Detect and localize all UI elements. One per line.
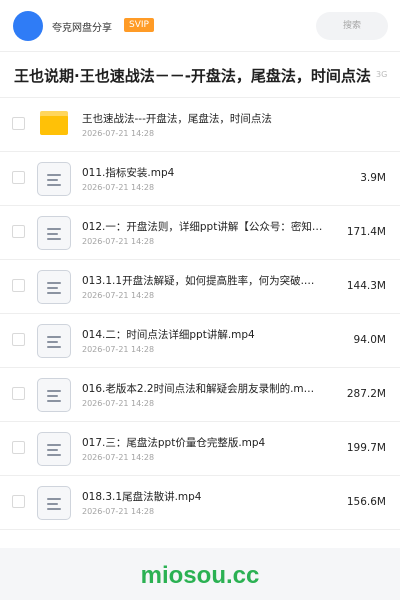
file-row[interactable]: 王也速战法---开盘法，尾盘法，时间点法 2026-07-21 14:28 bbox=[0, 98, 400, 152]
file-name[interactable]: 018.3.1尾盘法散讲.mp4 bbox=[82, 489, 334, 504]
row-checkbox[interactable] bbox=[12, 117, 25, 130]
row-checkbox[interactable] bbox=[12, 279, 25, 292]
file-name[interactable]: 014.二：时间点法详细ppt讲解.mp4 bbox=[82, 327, 334, 342]
file-date: 2026-07-21 14:28 bbox=[82, 453, 155, 462]
file-row[interactable]: 011.指标安装.mp4 2026-07-21 14:28 3.9M bbox=[0, 152, 400, 206]
share-page: 夸克网盘分享 SVIP 王也说期·王也速战法－－-开盘法，尾盘法，时间点法 3G… bbox=[0, 0, 400, 548]
file-size: 3.9M bbox=[360, 172, 386, 184]
avatar[interactable] bbox=[13, 11, 43, 41]
document-icon bbox=[37, 324, 71, 358]
page-title: 王也说期·王也速战法－－-开盘法，尾盘法，时间点法 bbox=[14, 67, 371, 85]
file-size: 94.0M bbox=[353, 334, 386, 346]
document-icon bbox=[37, 162, 71, 196]
file-name[interactable]: 016.老版本2.2时间点法和解疑会朋友录制的.m… bbox=[82, 381, 334, 396]
file-name[interactable]: 011.指标安装.mp4 bbox=[82, 165, 334, 180]
watermark: miosou.cc bbox=[140, 562, 260, 589]
row-checkbox[interactable] bbox=[12, 333, 25, 346]
file-size: 156.6M bbox=[346, 496, 386, 508]
file-size: 287.2M bbox=[346, 388, 386, 400]
file-date: 2026-07-21 14:28 bbox=[82, 237, 155, 246]
file-date: 2026-07-21 14:28 bbox=[82, 399, 155, 408]
header-bar: 夸克网盘分享 SVIP bbox=[0, 0, 400, 52]
document-icon bbox=[37, 216, 71, 250]
file-name[interactable]: 013.1.1开盘法解疑，如何提高胜率，何为突破.… bbox=[82, 273, 334, 288]
row-checkbox[interactable] bbox=[12, 171, 25, 184]
file-date: 2026-07-21 14:28 bbox=[82, 507, 155, 516]
share-name: 夸克网盘分享 bbox=[52, 23, 112, 34]
row-checkbox[interactable] bbox=[12, 225, 25, 238]
row-checkbox[interactable] bbox=[12, 387, 25, 400]
document-icon bbox=[37, 432, 71, 466]
file-name[interactable]: 王也速战法---开盘法，尾盘法，时间点法 bbox=[82, 111, 334, 126]
file-name[interactable]: 012.一：开盘法则，详细ppt讲解【公众号：密知… bbox=[82, 219, 334, 234]
document-icon bbox=[37, 486, 71, 520]
row-checkbox[interactable] bbox=[12, 495, 25, 508]
file-row[interactable]: 016.老版本2.2时间点法和解疑会朋友录制的.m… 2026-07-21 14:… bbox=[0, 368, 400, 422]
file-size: 199.7M bbox=[346, 442, 386, 454]
document-icon bbox=[37, 378, 71, 412]
title-size: 3G bbox=[376, 70, 388, 79]
file-row[interactable]: 012.一：开盘法则，详细ppt讲解【公众号：密知… 2026-07-21 14:… bbox=[0, 206, 400, 260]
file-date: 2026-07-21 14:28 bbox=[82, 183, 155, 192]
folder-icon bbox=[40, 111, 68, 135]
file-date: 2026-07-21 14:28 bbox=[82, 345, 155, 354]
file-date: 2026-07-21 14:28 bbox=[82, 129, 155, 138]
document-icon bbox=[37, 270, 71, 304]
svip-badge: SVIP bbox=[124, 18, 154, 32]
file-size: 171.4M bbox=[346, 226, 386, 238]
row-checkbox[interactable] bbox=[12, 441, 25, 454]
file-row[interactable]: 017.三：尾盘法ppt价量仓完整版.mp4 2026-07-21 14:28 19… bbox=[0, 422, 400, 476]
file-name[interactable]: 017.三：尾盘法ppt价量仓完整版.mp4 bbox=[82, 435, 334, 450]
file-row[interactable]: 014.二：时间点法详细ppt讲解.mp4 2026-07-21 14:28 94.… bbox=[0, 314, 400, 368]
title-row: 王也说期·王也速战法－－-开盘法，尾盘法，时间点法 3G bbox=[0, 52, 400, 98]
file-date: 2026-07-21 14:28 bbox=[82, 291, 155, 300]
file-size: 144.3M bbox=[346, 280, 386, 292]
file-row[interactable]: 013.1.1开盘法解疑，如何提高胜率，何为突破.… 2026-07-21 14:… bbox=[0, 260, 400, 314]
file-row[interactable]: 018.3.1尾盘法散讲.mp4 2026-07-21 14:28 156.6M bbox=[0, 476, 400, 530]
footer: miosou.cc bbox=[0, 548, 400, 600]
search-input[interactable] bbox=[316, 12, 388, 40]
